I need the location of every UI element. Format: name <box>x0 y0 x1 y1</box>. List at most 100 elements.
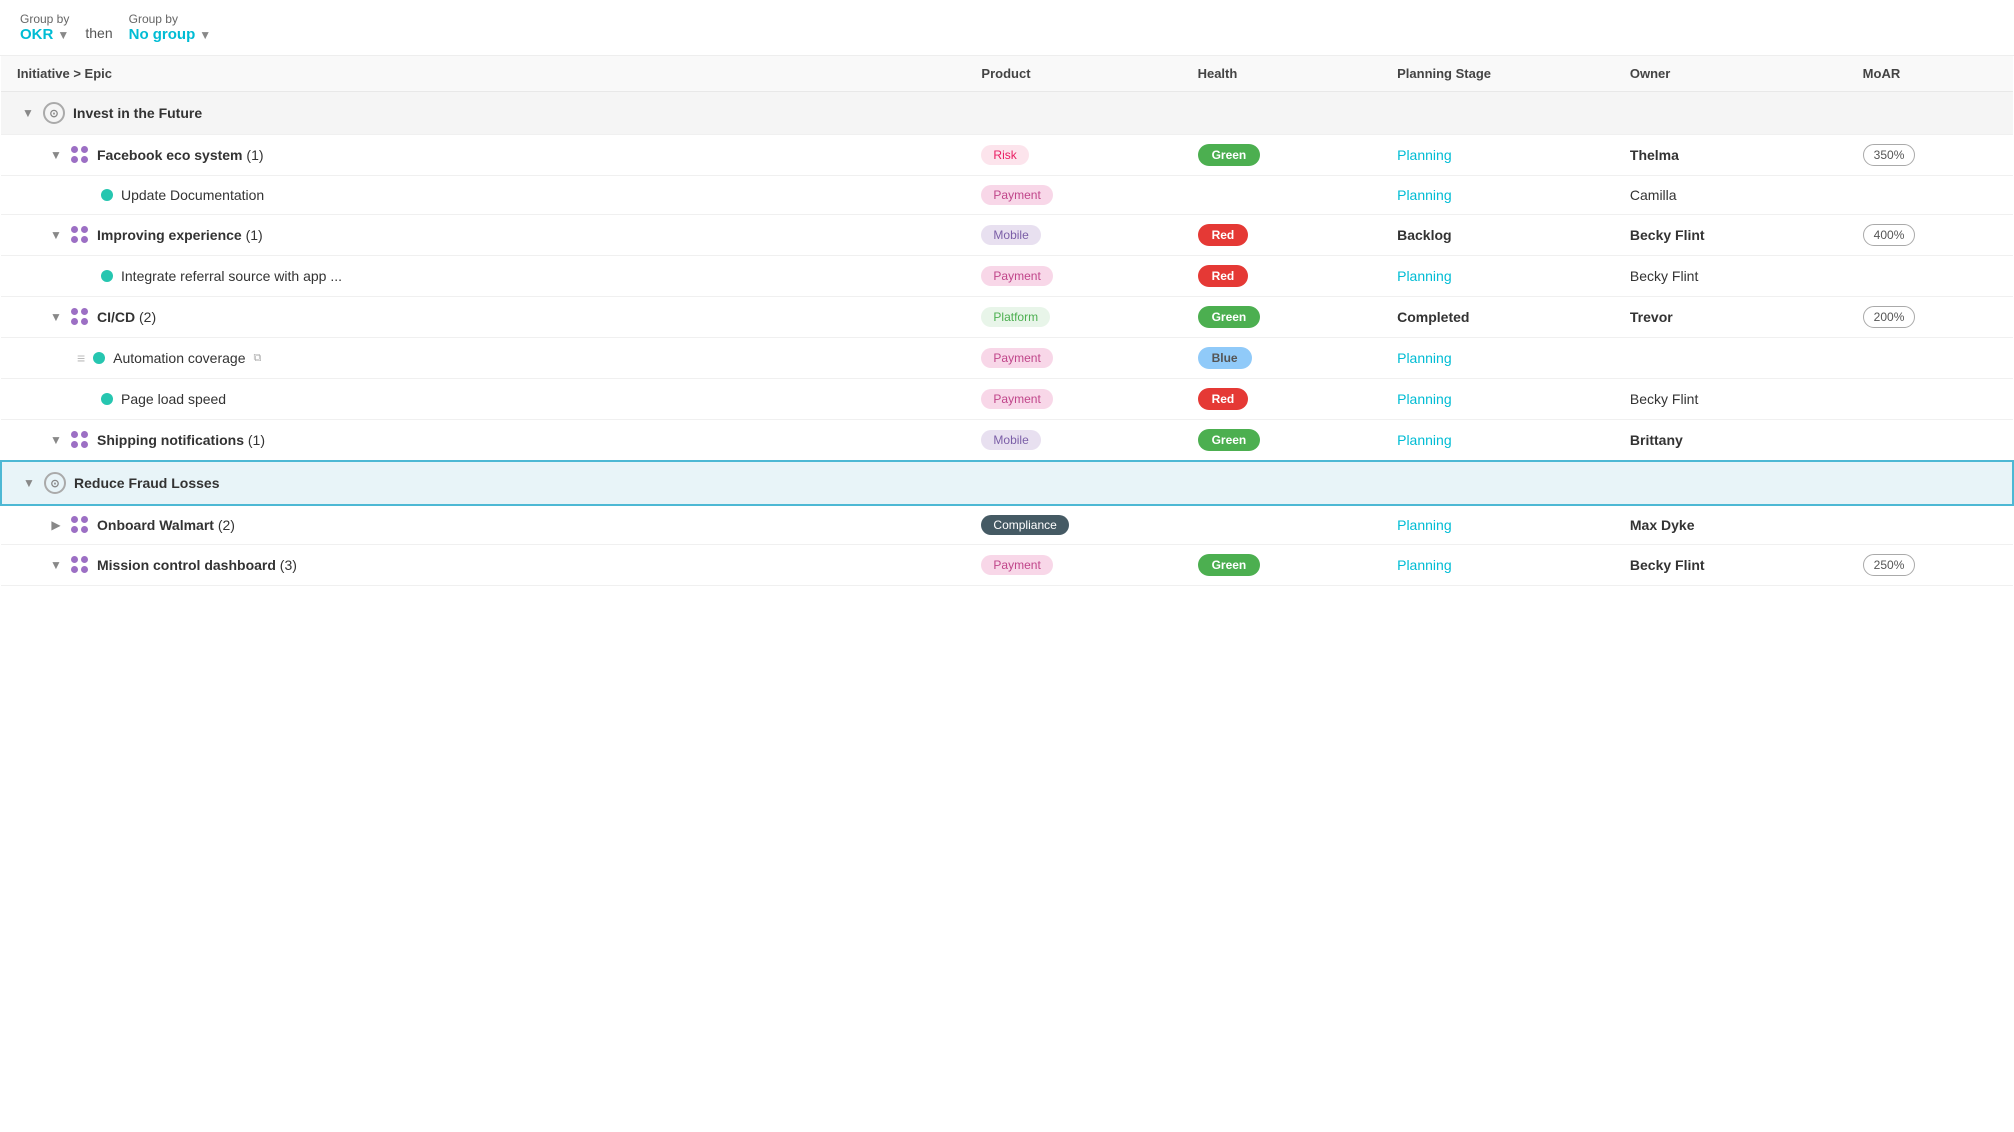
epic-name: CI/CD (2) <box>97 309 156 325</box>
group-by-1-label: Group by <box>20 12 69 26</box>
epic-icon <box>71 226 89 244</box>
epic-name-cell: ▶ Onboard Walmart (2) <box>1 505 965 545</box>
epic-toggle-icon[interactable]: ▼ <box>49 148 63 162</box>
moar-badge: 400% <box>1863 224 1916 246</box>
planning-link[interactable]: Planning <box>1397 391 1452 407</box>
epic-name: Mission control dashboard (3) <box>97 557 297 573</box>
epic-toggle-icon[interactable]: ▼ <box>49 433 63 447</box>
group-cell: ▼ ⊙ Invest in the Future <box>1 92 2013 135</box>
item-health-cell: Red <box>1182 256 1382 297</box>
item-product-cell: Payment <box>965 379 1181 420</box>
health-badge: Green <box>1198 554 1261 576</box>
epic-row: ▼ Shipping notifications (1) Mobile Gree… <box>1 420 2013 462</box>
product-badge: Payment <box>981 266 1052 286</box>
epic-health-cell: Green <box>1182 297 1382 338</box>
owner-name: Max Dyke <box>1630 517 1695 533</box>
epic-name: Shipping notifications (1) <box>97 432 265 448</box>
planning-link[interactable]: Planning <box>1397 268 1452 284</box>
epic-moar-cell <box>1847 505 2013 545</box>
health-badge: Red <box>1198 388 1249 410</box>
health-badge: Green <box>1198 144 1261 166</box>
owner-name: Brittany <box>1630 432 1683 448</box>
drag-handle-icon[interactable]: ≡ <box>77 350 85 366</box>
col-initiative-epic: Initiative > Epic <box>1 56 965 92</box>
epic-name: Improving experience (1) <box>97 227 263 243</box>
epic-name-cell: ▼ Improving experience (1) <box>1 215 965 256</box>
external-link-icon[interactable]: ⧉ <box>253 352 261 365</box>
epic-name: Onboard Walmart (2) <box>97 517 235 533</box>
item-moar-cell <box>1847 379 2013 420</box>
item-moar-cell <box>1847 256 2013 297</box>
planning-link[interactable]: Planning <box>1397 350 1452 366</box>
epic-toggle-icon[interactable]: ▶ <box>49 518 63 532</box>
epic-planning-cell: Completed <box>1381 297 1614 338</box>
epic-planning-cell: Planning <box>1381 420 1614 462</box>
epic-row: ▼ Facebook eco system (1) Risk Green Pla… <box>1 135 2013 176</box>
epic-icon <box>71 431 89 449</box>
epic-icon <box>71 516 89 534</box>
epic-moar-cell: 200% <box>1847 297 2013 338</box>
chevron-down-icon: ▼ <box>57 28 69 42</box>
health-badge: Red <box>1198 265 1249 287</box>
item-dot-icon <box>101 189 113 201</box>
group-by-2-value: No group <box>129 26 196 43</box>
product-badge: Payment <box>981 348 1052 368</box>
epic-row: ▼ Improving experience (1) Mobile Red Ba… <box>1 215 2013 256</box>
col-moar: MoAR <box>1847 56 2013 92</box>
health-badge: Green <box>1198 429 1261 451</box>
epic-moar-cell <box>1847 420 2013 462</box>
epic-product-cell: Compliance <box>965 505 1181 545</box>
epic-toggle-icon[interactable]: ▼ <box>49 310 63 324</box>
owner-name: Becky Flint <box>1630 391 1698 407</box>
epic-health-cell: Green <box>1182 135 1382 176</box>
epic-toggle-icon[interactable]: ▼ <box>49 558 63 572</box>
epic-product-cell: Mobile <box>965 215 1181 256</box>
product-badge: Platform <box>981 307 1050 327</box>
epic-owner-cell: Thelma <box>1614 135 1847 176</box>
epic-planning-cell: Backlog <box>1381 215 1614 256</box>
group-by-1-dropdown[interactable]: OKR ▼ <box>20 26 69 43</box>
initiative-icon: ⊙ <box>44 472 66 494</box>
group-row: ▼ ⊙ Reduce Fraud Losses <box>1 461 2013 505</box>
main-table: Initiative > Epic Product Health Plannin… <box>0 56 2014 586</box>
product-badge: Risk <box>981 145 1028 165</box>
item-product-cell: Payment <box>965 256 1181 297</box>
epic-product-cell: Risk <box>965 135 1181 176</box>
table-row: Integrate referral source with app ... P… <box>1 256 2013 297</box>
main-table-container: Initiative > Epic Product Health Plannin… <box>0 56 2014 586</box>
planning-text: Backlog <box>1397 227 1451 243</box>
item-health-cell <box>1182 176 1382 215</box>
col-planning-stage: Planning Stage <box>1381 56 1614 92</box>
group-by-2-dropdown[interactable]: No group ▼ <box>129 26 212 43</box>
planning-link[interactable]: Planning <box>1397 517 1452 533</box>
item-health-cell: Red <box>1182 379 1382 420</box>
owner-name: Becky Flint <box>1630 227 1705 243</box>
item-name: Automation coverage <box>113 350 245 366</box>
chevron-down-icon-2: ▼ <box>199 28 211 42</box>
toolbar: Group by OKR ▼ then Group by No group ▼ <box>0 0 2014 56</box>
group-by-2: Group by No group ▼ <box>129 12 212 43</box>
item-name: Integrate referral source with app ... <box>121 268 342 284</box>
moar-badge: 250% <box>1863 554 1916 576</box>
owner-name: Camilla <box>1630 187 1677 203</box>
epic-row: ▶ Onboard Walmart (2) Compliance Plannin… <box>1 505 2013 545</box>
planning-link[interactable]: Planning <box>1397 432 1452 448</box>
item-name-cell: Page load speed <box>1 379 965 420</box>
health-badge: Red <box>1198 224 1249 246</box>
epic-owner-cell: Max Dyke <box>1614 505 1847 545</box>
planning-link[interactable]: Planning <box>1397 187 1452 203</box>
item-moar-cell <box>1847 338 2013 379</box>
owner-name: Becky Flint <box>1630 557 1705 573</box>
epic-toggle-icon[interactable]: ▼ <box>49 228 63 242</box>
epic-owner-cell: Becky Flint <box>1614 215 1847 256</box>
collapse-icon[interactable]: ▼ <box>21 106 35 120</box>
then-label: then <box>85 25 112 41</box>
epic-planning-cell: Planning <box>1381 505 1614 545</box>
epic-product-cell: Mobile <box>965 420 1181 462</box>
planning-link[interactable]: Planning <box>1397 147 1452 163</box>
planning-link[interactable]: Planning <box>1397 557 1452 573</box>
item-owner-cell: Camilla <box>1614 176 1847 215</box>
product-badge: Mobile <box>981 225 1040 245</box>
item-planning-cell: Planning <box>1381 338 1614 379</box>
collapse-icon[interactable]: ▼ <box>22 476 36 490</box>
